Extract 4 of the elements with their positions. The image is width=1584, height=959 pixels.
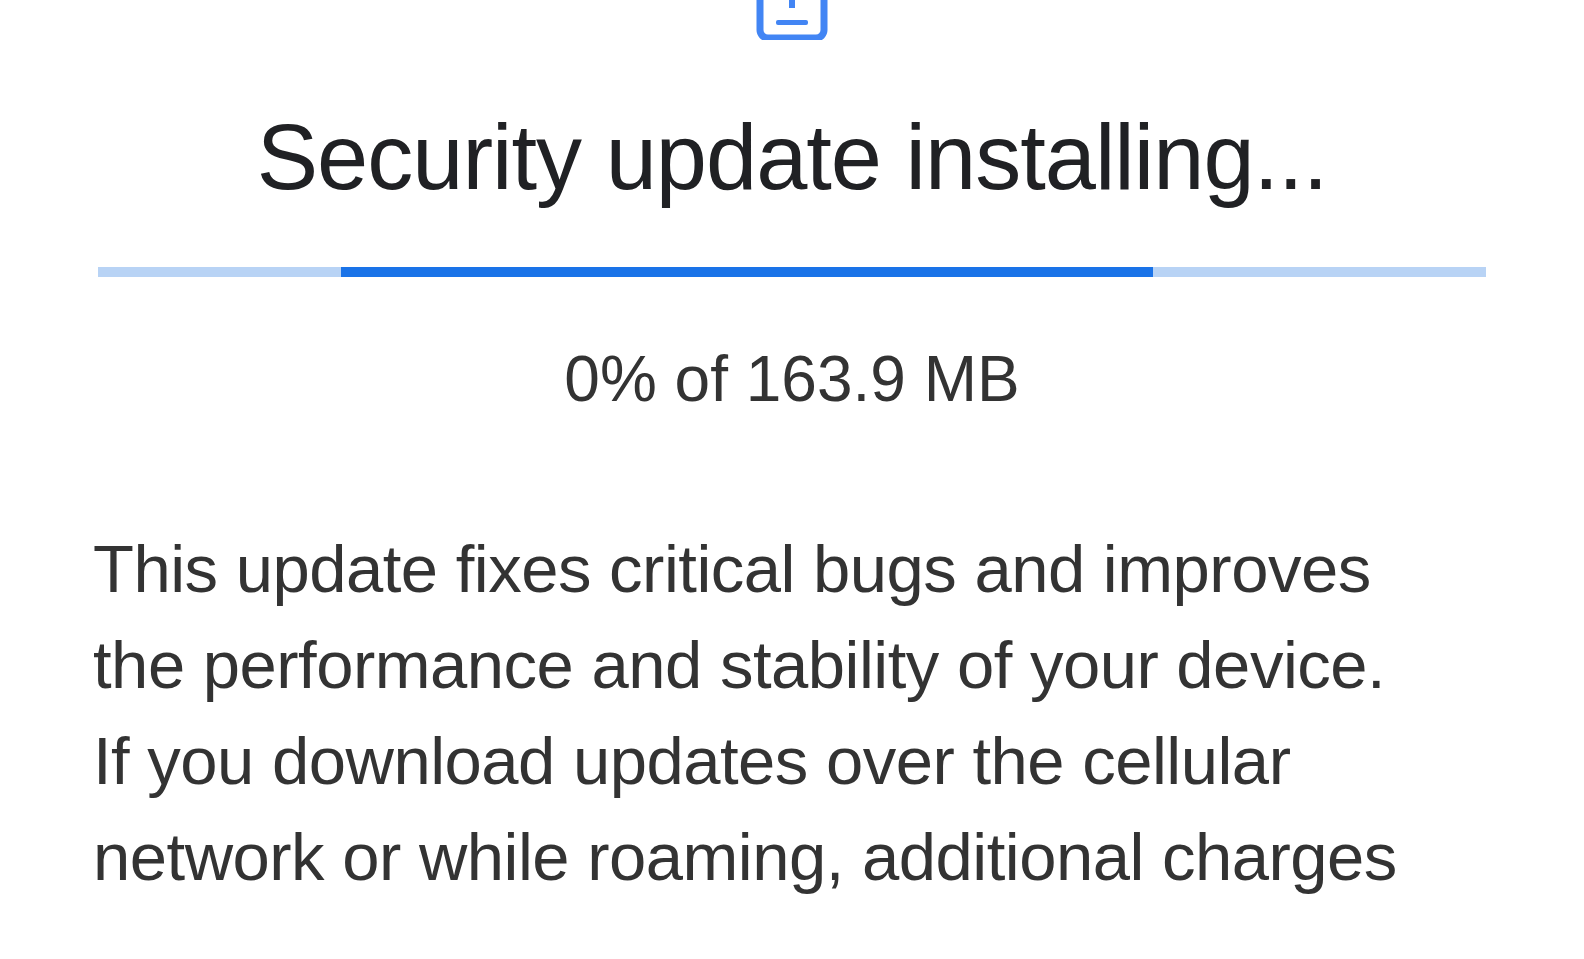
progress-text: 0% of 163.9 MB xyxy=(564,347,1020,411)
phone-update-icon xyxy=(756,0,828,40)
update-title: Security update installing... xyxy=(255,105,1329,210)
update-description: This update fixes critical bugs and improves the performance and stability of your device. If you download updates over the cellular network or while roaming, additional charges xyxy=(93,530,1397,896)
